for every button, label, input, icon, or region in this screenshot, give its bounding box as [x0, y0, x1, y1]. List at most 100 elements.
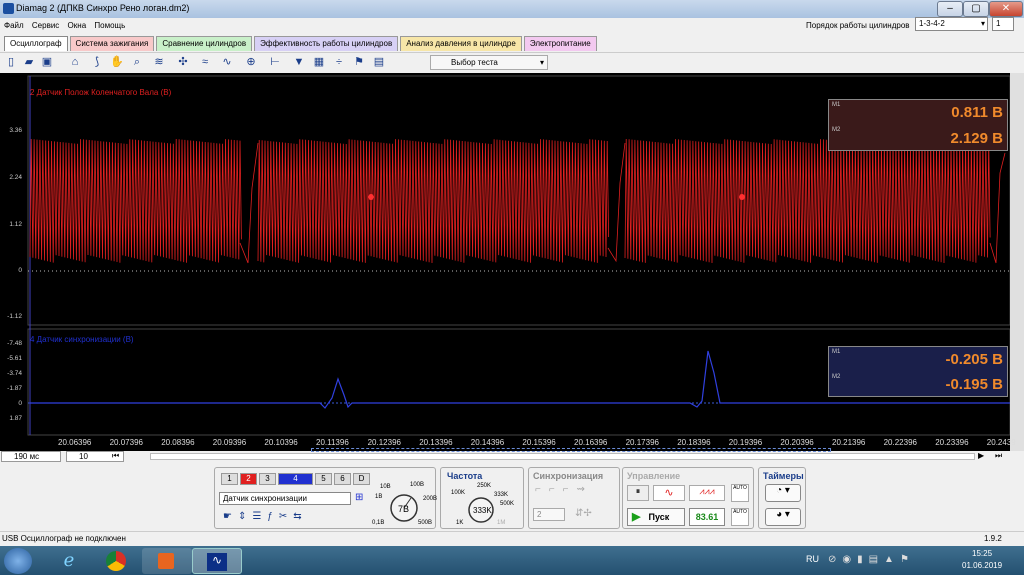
media-app-icon[interactable] [142, 548, 192, 574]
save-icon[interactable]: ▣ [40, 55, 54, 69]
channel2-title: 4 Датчик синхронизации (В) [30, 335, 134, 344]
y-tick: -5.61 [7, 355, 22, 362]
frequency-label: 100K [451, 490, 466, 496]
language-indicator[interactable]: RU [806, 554, 819, 564]
menu-service[interactable]: Сервис [32, 21, 59, 30]
pulse-mode-button[interactable]: ⩘⩘⩘ [689, 485, 725, 501]
ie-icon[interactable]: ℯ [44, 548, 94, 574]
pause-icon[interactable]: ⏸ [627, 485, 649, 501]
flag-icon[interactable]: ⚑ [352, 55, 366, 69]
auto-stop-button[interactable]: AUTO [731, 508, 749, 526]
test-select-label: Выбор теста [451, 58, 498, 67]
m1-tag: M1 [832, 102, 841, 108]
volts-label: 200В [423, 496, 438, 502]
chrome-icon[interactable] [92, 548, 142, 574]
waveform-icon: ∿ [207, 553, 227, 571]
sync-channel-select[interactable]: 2 [533, 508, 565, 521]
x-tick-label: 20.18396 [677, 438, 711, 447]
sine-mode-button[interactable]: ∿ [653, 485, 685, 501]
channel-tools-icons[interactable]: ☛⇕☰ƒ✂⇆ [223, 511, 308, 522]
stack-icon[interactable]: ≋ [152, 55, 166, 69]
tab-oscilloscope[interactable]: Осциллограф [4, 36, 68, 51]
m2-tag: M2 [832, 127, 841, 133]
sync-mode-icons[interactable]: ⌐⌐⌐⇝ [535, 484, 593, 495]
channel-group: 1 2 3 4 5 6 D Датчик синхронизации ⊞ ☛⇕☰… [214, 467, 438, 529]
channel-button[interactable]: 2 [240, 473, 257, 485]
tray-icons[interactable]: ⊘◉▮▤▲⚑ [828, 554, 915, 565]
tab-bar: Осциллограф Система зажигания Сравнение … [4, 36, 599, 51]
channel1-trace [29, 138, 1006, 264]
scroll-next-icon[interactable]: ▶ [978, 451, 984, 460]
channel-button[interactable]: 3 [259, 473, 276, 485]
new-file-icon[interactable]: ▯ [4, 55, 18, 69]
tab-ignition[interactable]: Система зажигания [69, 36, 155, 51]
menu-windows[interactable]: Окна [68, 21, 87, 30]
open-folder-icon[interactable]: ▰ [22, 55, 36, 69]
channel-button[interactable]: 6 [334, 473, 351, 485]
horizontal-scrollbar[interactable] [150, 448, 975, 460]
zoom-icon[interactable]: ⌕ [130, 55, 144, 69]
probe-icon[interactable]: ⊞ [355, 492, 363, 503]
start-button-icon[interactable] [4, 548, 32, 574]
x-tick-label: 20.08396 [161, 438, 195, 447]
status-text: USB Осциллограф не подключен [2, 534, 126, 543]
channel-button[interactable]: D [353, 473, 370, 485]
cylinder-order-select[interactable]: 1-3-4-2 ▾ [915, 17, 988, 31]
scroll-first-icon[interactable]: ⏮ [112, 451, 119, 461]
m2-value: -0.195 В [945, 376, 1003, 393]
cylinder-spin[interactable]: 1 [992, 17, 1014, 31]
filter-icon[interactable]: ▼ [292, 55, 306, 69]
close-button[interactable]: ✕ [989, 1, 1023, 17]
start-button[interactable]: ▶ Пуск [627, 508, 685, 526]
x-tick-label: 20.23396 [935, 438, 969, 447]
clock-time: 15:25 [972, 549, 993, 558]
clock-date: 01.06.2019 [962, 561, 1003, 570]
m1-value: -0.205 В [945, 351, 1003, 368]
timebase-select[interactable]: 190 мс [1, 451, 61, 462]
menu-help[interactable]: Помощь [94, 21, 125, 30]
scroll-thumb[interactable] [311, 448, 831, 452]
measure-icon[interactable]: ⟆ [90, 55, 104, 69]
channel-button-active[interactable]: 4 [278, 473, 313, 485]
markers-icon[interactable]: ✣ [176, 55, 190, 69]
wave-icon[interactable]: ≈ [198, 55, 212, 69]
cursor-icon[interactable]: ⌂ [68, 55, 82, 69]
tab-pressure-analysis[interactable]: Анализ давления в цилиндре [400, 36, 522, 51]
y-tick: 3.36 [9, 127, 22, 134]
tab-cylinder-efficiency[interactable]: Эффективность работы цилиндров [254, 36, 399, 51]
channel-sensor-select[interactable]: Датчик синхронизации [219, 492, 351, 505]
volts-label: 100В [410, 482, 425, 488]
oscilloscope-area[interactable]: 2 Датчик Полож Коленчатого Вала (В) 3.36… [0, 73, 1024, 451]
divider-icon[interactable]: ÷ [332, 55, 346, 69]
x-tick-label: 20.13396 [419, 438, 453, 447]
hand-icon[interactable]: ✋ [110, 55, 124, 69]
maximize-button[interactable]: ▢ [963, 1, 989, 17]
frequency-label: 500K [500, 501, 515, 507]
grid-icon[interactable]: ▦ [312, 55, 326, 69]
menu-file[interactable]: Файл [4, 21, 24, 30]
split-icon[interactable]: ⊢ [268, 55, 282, 69]
tab-power[interactable]: Электропитание [523, 36, 597, 51]
timer2-button[interactable]: ◕ ▾ [765, 508, 801, 526]
x-tick-label: 20.11396 [316, 438, 349, 447]
x-tick-label: 20.22396 [883, 438, 917, 447]
auto-icon[interactable]: ⊕ [244, 55, 258, 69]
test-select[interactable]: Выбор теста ▾ [430, 55, 548, 70]
frequency-label: 333K [494, 492, 509, 498]
scroll-last-icon[interactable]: ⏭ [995, 451, 1002, 461]
diamag-app-icon[interactable]: ∿ [192, 548, 242, 574]
timer1-button[interactable]: ◔ ▾ [765, 484, 801, 502]
y-tick: 0 [18, 400, 22, 407]
timebase-value: 190 мс [14, 452, 40, 461]
channel-button[interactable]: 1 [221, 473, 238, 485]
auto-button[interactable]: AUTO [731, 484, 749, 502]
channel-sensor-value: Датчик синхронизации [223, 494, 308, 503]
m2-value: 2.129 В [950, 130, 1003, 147]
tab-cylinder-compare[interactable]: Сравнение цилиндров [156, 36, 253, 51]
minimize-button[interactable]: – [937, 1, 963, 17]
sync-options-icon[interactable]: ⇵✢ [575, 508, 592, 519]
channel-button[interactable]: 5 [315, 473, 332, 485]
document-icon[interactable]: ▤ [372, 55, 386, 69]
x-tick-label: 20.21396 [832, 438, 866, 447]
waveform-icon[interactable]: ∿ [220, 55, 234, 69]
